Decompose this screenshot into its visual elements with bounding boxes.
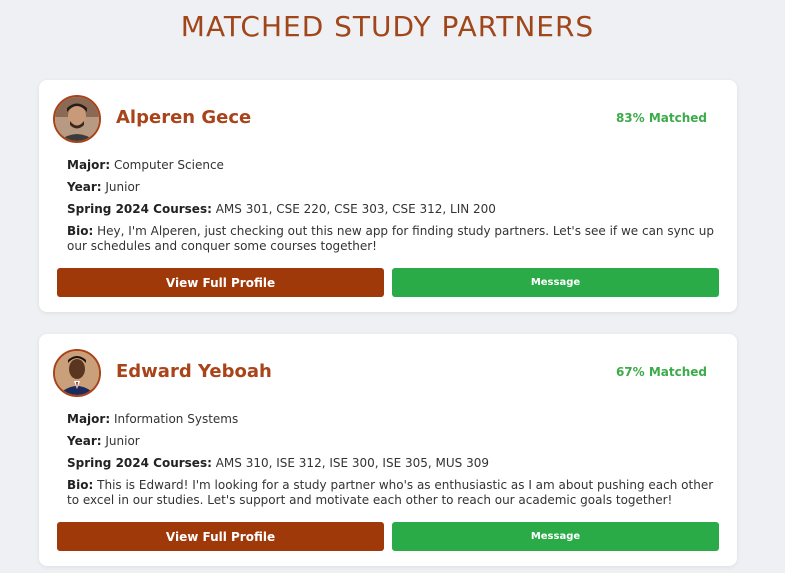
partner-card: Alperen Gece 83% Matched Major: Computer… <box>39 80 737 312</box>
avatar <box>53 95 101 143</box>
view-full-profile-button[interactable]: View Full Profile <box>57 268 384 297</box>
major-row: Major: Computer Science <box>67 158 717 173</box>
courses-label: Spring 2024 Courses: <box>67 202 212 216</box>
message-button[interactable]: Message <box>392 268 719 297</box>
message-button[interactable]: Message <box>392 522 719 551</box>
courses-label: Spring 2024 Courses: <box>67 456 212 470</box>
major-row: Major: Information Systems <box>67 412 717 427</box>
match-percentage: 83% Matched <box>615 111 707 125</box>
partner-card: Edward Yeboah 67% Matched Major: Informa… <box>39 334 737 566</box>
year-row: Year: Junior <box>67 180 717 195</box>
courses-row: Spring 2024 Courses: AMS 310, ISE 312, I… <box>67 456 717 471</box>
courses-value: AMS 310, ISE 312, ISE 300, ISE 305, MUS … <box>215 456 489 470</box>
year-value: Junior <box>105 180 140 194</box>
year-label: Year: <box>67 180 102 194</box>
bio-row: Bio: This is Edward! I'm looking for a s… <box>67 478 717 508</box>
major-value: Information Systems <box>113 412 239 426</box>
courses-value: AMS 301, CSE 220, CSE 303, CSE 312, LIN … <box>215 202 496 216</box>
match-percentage: 67% Matched <box>615 365 707 379</box>
partner-name: Edward Yeboah <box>116 361 272 382</box>
major-label: Major: <box>67 412 111 426</box>
partner-name: Alperen Gece <box>116 107 252 128</box>
major-label: Major: <box>67 158 111 172</box>
bio-label: Bio: <box>67 224 94 238</box>
view-full-profile-button[interactable]: View Full Profile <box>57 522 384 551</box>
page-title: MATCHED STUDY PARTNERS <box>180 10 595 43</box>
courses-row: Spring 2024 Courses: AMS 301, CSE 220, C… <box>67 202 717 217</box>
bio-label: Bio: <box>67 478 94 492</box>
bio-value: Hey, I'm Alperen, just checking out this… <box>67 224 714 253</box>
year-label: Year: <box>67 434 102 448</box>
bio-value: This is Edward! I'm looking for a study … <box>67 478 714 507</box>
bio-row: Bio: Hey, I'm Alperen, just checking out… <box>67 224 717 254</box>
avatar <box>53 349 101 397</box>
year-row: Year: Junior <box>67 434 717 449</box>
major-value: Computer Science <box>113 158 224 172</box>
year-value: Junior <box>105 434 140 448</box>
